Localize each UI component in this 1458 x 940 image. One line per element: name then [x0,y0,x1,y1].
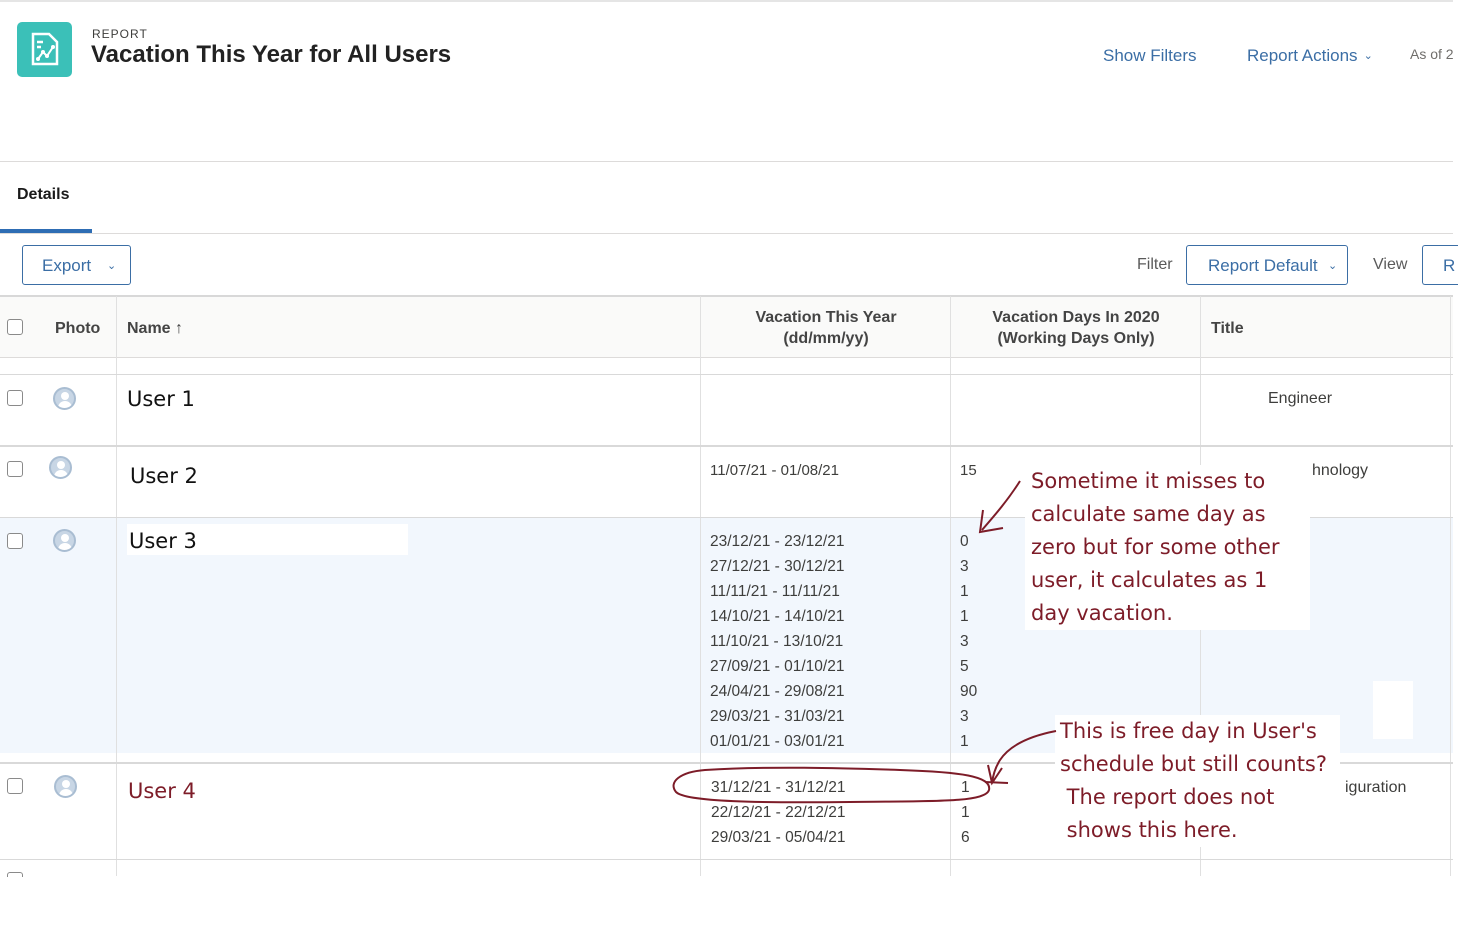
column-header-days[interactable]: Vacation Days In 2020 (Working Days Only… [952,307,1200,349]
vacation-range: 11/11/21 - 11/11/21 [710,583,840,600]
vacation-days: 1 [961,804,970,821]
column-header-photo: Photo [55,320,101,337]
vacation-days: 5 [960,658,969,675]
vacation-range: 29/03/21 - 05/04/21 [711,829,846,846]
vacation-days: 90 [960,683,978,700]
avatar [54,775,77,798]
annotation-note-1: Sometime it misses to calculate same day… [1025,465,1310,630]
vacation-range-list: 31/12/21 - 31/12/21 22/12/21 - 22/12/21 … [711,775,845,850]
column-header-name[interactable]: Name ↑ [127,318,183,339]
vacation-days: 6 [961,829,970,846]
top-border [0,0,1453,2]
vacation-days: 1 [960,583,969,600]
vacation-range-list: 23/12/21 - 23/12/21 27/12/21 - 30/12/21 … [710,529,844,754]
vacation-range: 01/01/21 - 03/01/21 [710,733,845,750]
column-divider [116,296,117,876]
row-divider [0,445,1453,447]
row-checkbox[interactable] [7,390,23,406]
row-checkbox[interactable] [7,778,23,794]
page-title: Vacation This Year for All Users [91,41,452,68]
column-header-title[interactable]: Title [1211,318,1244,339]
vacation-days-list: 0 3 1 1 3 5 90 3 1 [960,529,977,754]
filter-select[interactable]: Report Default ⌄ [1186,245,1348,285]
filter-label: Filter [1137,256,1173,273]
column-divider [700,296,701,876]
view-select[interactable]: R [1422,245,1458,285]
view-label: View [1373,256,1408,273]
row-divider [0,374,1453,375]
vacation-days: 15 [960,462,977,479]
avatar [53,387,76,410]
header-divider [0,161,1453,162]
avatar [53,529,76,552]
vacation-range: 31/12/21 - 31/12/21 [711,779,846,796]
vacation-range: 14/10/21 - 14/10/21 [710,608,845,625]
user-title: Engineer [1268,390,1333,407]
user-name[interactable]: User 1 [127,387,195,411]
chevron-down-icon: ⌄ [107,260,117,272]
tab-details[interactable]: Details [17,186,69,204]
select-all-checkbox[interactable] [7,319,23,335]
vacation-range: 27/12/21 - 30/12/21 [710,558,845,575]
user-name[interactable]: User 3 [129,529,197,553]
chevron-down-icon: ⌄ [1363,50,1373,62]
vacation-range: 22/12/21 - 22/12/21 [711,804,846,821]
user-title: hnology [1312,462,1369,479]
vacation-days: 1 [960,608,969,625]
row-checkbox[interactable] [7,461,23,477]
redaction-patch [1373,681,1413,739]
vacation-days-list: 1 1 6 [961,775,970,850]
vacation-days: 1 [960,733,969,750]
row-divider [0,859,1453,860]
vacation-days: 3 [960,558,969,575]
as-of-timestamp: As of 2 [1410,46,1453,62]
show-filters-link[interactable]: Show Filters [1103,46,1197,66]
report-chart-icon [17,22,72,77]
column-header-vacation[interactable]: Vacation This Year (dd/mm/yy) [702,307,950,349]
vacation-range: 29/03/21 - 31/03/21 [710,708,845,725]
vacation-range: 11/07/21 - 01/08/21 [710,462,839,479]
column-divider [950,296,951,876]
chevron-down-icon: ⌄ [1328,260,1338,272]
user-name[interactable]: User 4 [128,779,196,803]
vacation-days: 3 [960,633,969,650]
vacation-days: 0 [960,533,969,550]
vacation-range: 11/10/21 - 13/10/21 [710,633,844,650]
vacation-days: 1 [961,779,970,796]
annotation-circle-tail [984,781,1009,784]
row-checkbox[interactable] [7,533,23,549]
report-kicker: REPORT [92,27,148,41]
vacation-range: 27/09/21 - 01/10/21 [710,658,845,675]
export-button[interactable]: Export ⌄ [22,245,131,285]
row-checkbox[interactable] [7,872,23,877]
tabs-divider [0,233,1453,234]
report-actions-menu[interactable]: Report Actions ⌄ [1247,46,1373,66]
column-divider [1450,296,1451,876]
user-title: iguration [1345,779,1407,796]
vacation-days: 3 [960,708,969,725]
annotation-arrowhead-2 [987,764,1003,786]
avatar [49,456,72,479]
user-name[interactable]: User 2 [130,464,198,488]
annotation-note-2: This is free day in User's schedule but … [1055,715,1340,847]
vacation-range: 23/12/21 - 23/12/21 [710,533,845,550]
vacation-range: 24/04/21 - 29/08/21 [710,683,845,700]
